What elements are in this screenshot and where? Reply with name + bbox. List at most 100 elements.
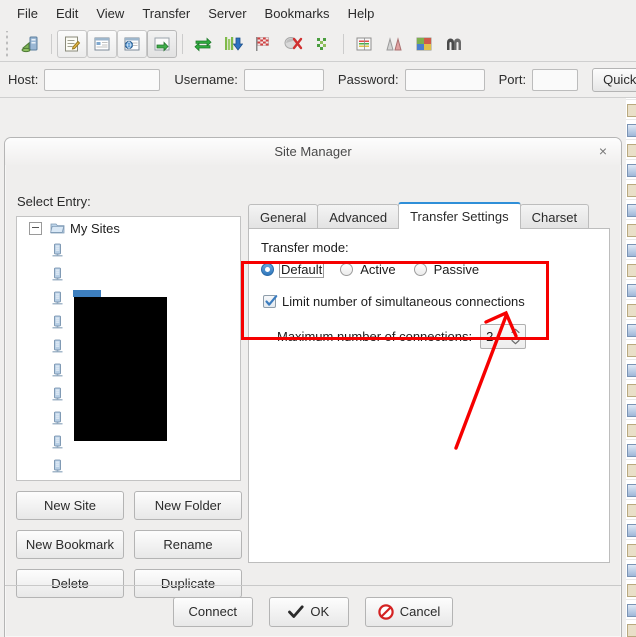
radio-active-indicator[interactable] [340, 263, 354, 276]
tree-root-label: My Sites [70, 220, 120, 236]
limit-connections-row[interactable]: Limit number of simultaneous connections [263, 294, 525, 309]
check-icon [288, 604, 304, 618]
menu-item-edit[interactable]: Edit [47, 3, 87, 24]
transfer-mode-radio-group: Default Active Passive [261, 261, 497, 278]
menu-bar: File Edit View Transfer Server Bookmarks… [0, 0, 636, 26]
menu-item-view[interactable]: View [87, 3, 133, 24]
port-input[interactable] [532, 68, 579, 91]
tree-selection-highlight [73, 290, 101, 297]
tab-transfer-settings[interactable]: Transfer Settings [398, 202, 521, 229]
server-icon [52, 243, 63, 257]
connect-button-label: Connect [188, 604, 237, 619]
collapse-icon[interactable] [29, 221, 42, 235]
toggle-remote-tree-icon[interactable] [117, 29, 147, 58]
connect-button[interactable]: Connect [172, 596, 253, 627]
chevron-down-icon [511, 339, 520, 345]
cancel-button[interactable]: Cancel [364, 596, 454, 627]
tab-advanced[interactable]: Advanced [317, 204, 400, 229]
host-label: Host: [8, 72, 39, 87]
directory-comparison-icon[interactable] [379, 30, 409, 58]
toolbar-grip[interactable] [3, 30, 12, 57]
menu-item-server[interactable]: Server [199, 3, 255, 24]
username-input[interactable] [243, 68, 324, 91]
tab-general[interactable]: General [248, 204, 319, 229]
site-manager-dialog: Site Manager × Select Entry: My Sites Ne… [4, 137, 622, 637]
toggle-local-tree-icon[interactable] [87, 29, 117, 58]
radio-passive-indicator[interactable] [413, 263, 427, 276]
process-queue-icon[interactable] [218, 30, 248, 58]
toolbar [0, 26, 636, 62]
tree-item-site[interactable] [39, 263, 240, 287]
server-icon [52, 363, 63, 377]
directory-listing-filters-icon[interactable] [409, 30, 439, 58]
password-label: Password: [337, 72, 399, 87]
site-actions: New Site New Folder New Bookmark Rename … [16, 491, 242, 598]
quickconnect-button[interactable]: Quickconnect [592, 67, 636, 92]
toolbar-separator [343, 33, 344, 54]
redacted-site-names [74, 297, 167, 441]
quickconnect-bar: Host: Username: Password: Port: Quickcon… [0, 62, 636, 98]
dialog-titlebar: Site Manager × [5, 138, 621, 165]
menu-item-bookmarks[interactable]: Bookmarks [256, 3, 339, 24]
settings-tabs: General Advanced Transfer Settings Chars… [248, 202, 610, 229]
port-label: Port: [498, 72, 527, 87]
toggle-message-log-icon[interactable] [57, 29, 87, 58]
site-tree[interactable]: My Sites [16, 216, 241, 481]
toggle-filters-icon[interactable] [349, 30, 379, 58]
max-connections-spinner[interactable]: 2 [480, 324, 527, 349]
username-label: Username: [174, 72, 238, 87]
cancel-operation-icon[interactable] [248, 30, 278, 58]
ok-button[interactable]: OK [268, 596, 349, 627]
menu-item-help[interactable]: Help [339, 3, 384, 24]
chevron-up-icon [511, 328, 520, 334]
radio-active-label[interactable]: Active [358, 261, 397, 278]
tree-root-my-sites[interactable]: My Sites [17, 217, 240, 239]
spinner-arrows [509, 326, 522, 347]
tree-item-site[interactable] [39, 455, 240, 479]
menu-item-file[interactable]: File [8, 3, 47, 24]
radio-default-indicator[interactable] [261, 263, 274, 276]
limit-connections-label: Limit number of simultaneous connections [282, 294, 525, 309]
reconnect-icon[interactable] [308, 30, 338, 58]
server-icon [52, 435, 63, 449]
dialog-body: Select Entry: My Sites New Site New Fold… [5, 165, 621, 598]
transfer-mode-label: Transfer mode: [261, 240, 349, 255]
toolbar-separator [51, 33, 52, 54]
server-icon [52, 387, 63, 401]
toggle-transfer-queue-icon[interactable] [147, 29, 177, 58]
new-site-button[interactable]: New Site [16, 491, 124, 520]
menu-item-transfer[interactable]: Transfer [133, 3, 199, 24]
max-connections-row: Maximum number of connections: 2 [277, 324, 527, 349]
max-connections-label: Maximum number of connections: [277, 329, 473, 344]
select-entry-label: Select Entry: [17, 194, 91, 209]
synchronized-browsing-icon[interactable] [439, 30, 469, 58]
prohibited-icon [378, 603, 394, 620]
dialog-title: Site Manager [274, 144, 352, 159]
app-window: File Edit View Transfer Server Bookmarks… [0, 0, 636, 637]
check-icon [265, 295, 278, 306]
cancel-button-label: Cancel [399, 604, 441, 619]
limit-connections-checkbox[interactable] [263, 295, 278, 308]
folder-icon [50, 223, 65, 234]
refresh-icon[interactable] [188, 30, 218, 58]
radio-default-label[interactable]: Default [279, 261, 325, 278]
tab-charset[interactable]: Charset [519, 204, 590, 229]
rename-button[interactable]: Rename [134, 530, 242, 559]
max-connections-value[interactable]: 2 [481, 329, 493, 344]
server-icon [52, 315, 63, 329]
close-icon[interactable]: × [595, 143, 611, 159]
new-bookmark-button[interactable]: New Bookmark [16, 530, 124, 559]
new-folder-button[interactable]: New Folder [134, 491, 242, 520]
server-icon [52, 459, 63, 473]
disconnect-icon[interactable] [278, 30, 308, 58]
tree-item-site[interactable] [39, 239, 240, 263]
site-manager-icon[interactable] [16, 30, 46, 58]
server-icon [52, 411, 63, 425]
host-input[interactable] [44, 68, 161, 91]
transfer-settings-panel: Transfer mode: Default Active Passive Li… [248, 228, 610, 563]
server-icon [52, 339, 63, 353]
password-input[interactable] [404, 68, 485, 91]
radio-passive-label[interactable]: Passive [432, 261, 482, 278]
dialog-footer: Connect OK Cancel [5, 585, 621, 637]
toolbar-separator [182, 33, 183, 54]
